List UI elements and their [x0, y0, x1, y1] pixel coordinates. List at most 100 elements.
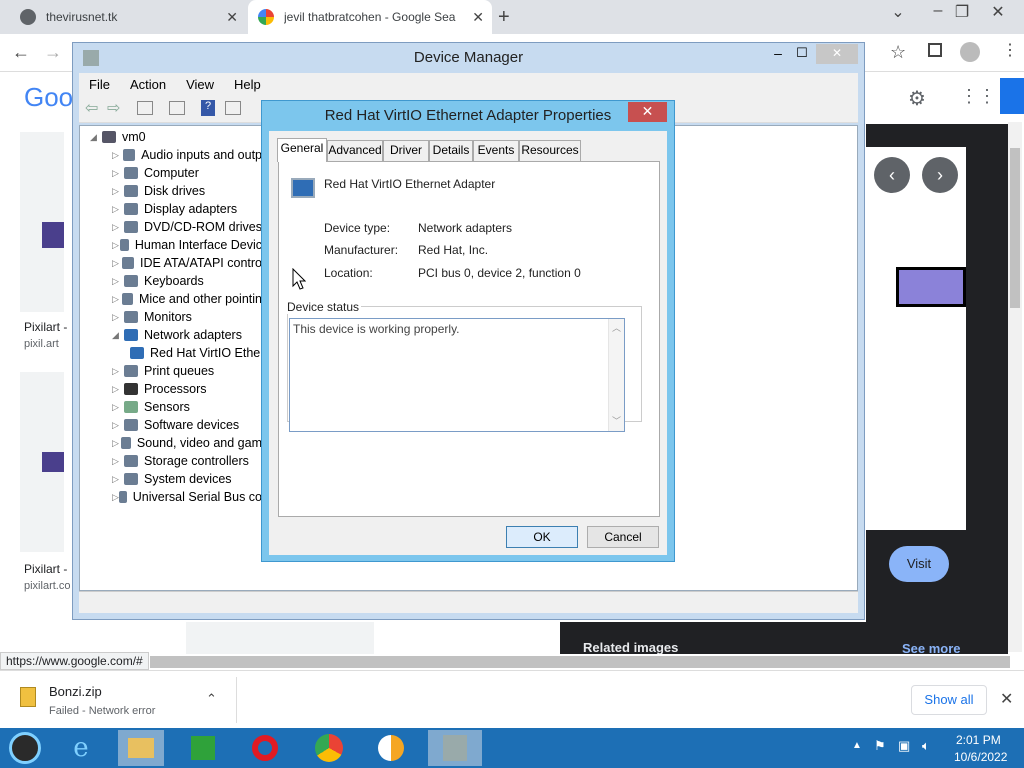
- list-icon[interactable]: [169, 101, 185, 115]
- chevron-down-icon[interactable]: ⌄: [876, 2, 920, 22]
- chrome-icon[interactable]: [306, 730, 352, 766]
- menu-dots-icon[interactable]: ⋮: [1002, 40, 1018, 60]
- back-icon[interactable]: ←: [12, 42, 30, 63]
- tree-node[interactable]: ▷ Disk drives: [112, 182, 262, 200]
- horizontal-scrollbar[interactable]: [150, 656, 1010, 668]
- maximize-icon[interactable]: ☐: [789, 45, 815, 61]
- see-more-link[interactable]: See more: [902, 641, 961, 654]
- tab-advanced[interactable]: Advanced: [327, 140, 383, 161]
- tree-node[interactable]: ▷ System devices: [112, 470, 262, 488]
- clock-date[interactable]: 10/6/2022: [954, 750, 1007, 764]
- result-title[interactable]: Pixilart -: [24, 320, 67, 334]
- tree-node[interactable]: ▷ DVD/CD-ROM drives: [112, 218, 262, 236]
- ok-button[interactable]: OK: [506, 526, 578, 548]
- help-icon[interactable]: ?: [201, 100, 215, 116]
- sign-in-button[interactable]: [1000, 78, 1024, 114]
- start-button[interactable]: [2, 730, 48, 766]
- properties-icon[interactable]: [137, 101, 153, 115]
- tree-node[interactable]: ▷ Sound, video and gam: [112, 434, 262, 452]
- tree-node[interactable]: ▷ Human Interface Devic: [112, 236, 262, 254]
- tab-details[interactable]: Details: [429, 140, 473, 161]
- tree-node-child[interactable]: Red Hat VirtIO Ethe: [130, 344, 263, 362]
- menu-view[interactable]: View: [176, 77, 224, 92]
- usb-icon: [118, 491, 127, 503]
- close-icon[interactable]: ✕: [816, 44, 858, 64]
- tree-node-expanded[interactable]: ◢ Network adapters: [112, 326, 262, 344]
- tree-node[interactable]: ▷ Universal Serial Bus co: [112, 488, 262, 506]
- textbox-scrollbar[interactable]: ︿ ﹀: [608, 319, 624, 431]
- forward-icon[interactable]: ⇨: [107, 98, 120, 118]
- printer-icon: [124, 365, 138, 377]
- result-thumbnail[interactable]: [20, 132, 64, 312]
- result-thumbnail[interactable]: [186, 622, 374, 654]
- tree-node[interactable]: ▷ Display adapters: [112, 200, 262, 218]
- download-file-name[interactable]: Bonzi.zip: [49, 684, 102, 699]
- tab-google-search[interactable]: jevil thatbratcohen - Google Sea ✕: [248, 0, 492, 34]
- tree-node[interactable]: ▷ Software devices: [112, 416, 262, 434]
- result-title[interactable]: Pixilart -: [24, 562, 67, 576]
- tree-root[interactable]: ◢ vm0: [90, 128, 240, 146]
- google-logo[interactable]: Goo: [24, 82, 73, 113]
- next-arrow-icon[interactable]: ›: [922, 157, 958, 193]
- profile-icon[interactable]: [960, 42, 980, 62]
- result-thumbnail[interactable]: [20, 372, 64, 552]
- menu-help[interactable]: Help: [224, 77, 271, 92]
- opera-icon[interactable]: [242, 730, 288, 766]
- chevron-up-icon[interactable]: ⌃: [206, 691, 217, 707]
- file-explorer-icon[interactable]: [118, 730, 164, 766]
- tree-node[interactable]: ▷ Monitors: [112, 308, 262, 326]
- dialog-body: General Advanced Driver Details Events R…: [269, 131, 667, 555]
- tab-thevirusnet[interactable]: thevirusnet.tk ✕: [10, 0, 246, 34]
- show-all-button[interactable]: Show all: [911, 685, 987, 715]
- close-icon[interactable]: ✕: [1000, 689, 1013, 709]
- store-icon[interactable]: [180, 730, 226, 766]
- visit-button[interactable]: Visit: [889, 546, 949, 582]
- gear-icon[interactable]: ⚙: [908, 86, 926, 111]
- close-tab-icon[interactable]: ✕: [226, 9, 238, 26]
- dvd-icon: [123, 221, 138, 233]
- tab-events[interactable]: Events: [473, 140, 519, 161]
- device-status-textbox[interactable]: This device is working properly. ︿ ﹀: [289, 318, 625, 432]
- tree-node[interactable]: ▷ Print queues: [112, 362, 262, 380]
- tray-chevron-up-icon[interactable]: ▲: [852, 740, 862, 751]
- view-icon[interactable]: [225, 101, 241, 115]
- menu-action[interactable]: Action: [120, 77, 176, 92]
- volume-icon[interactable]: 🔈︎: [922, 738, 930, 754]
- tab-general[interactable]: General: [277, 138, 327, 162]
- tree-node[interactable]: ▷ IDE ATA/ATAPI contro: [112, 254, 262, 272]
- page-scrollbar[interactable]: [1008, 122, 1022, 652]
- minimize-icon[interactable]: –: [765, 45, 791, 61]
- device-manager-taskbar-icon[interactable]: [428, 730, 482, 766]
- tree-node[interactable]: ▷ Computer: [112, 164, 262, 182]
- clock-time[interactable]: 2:01 PM: [956, 733, 1001, 747]
- plus-icon[interactable]: +: [498, 6, 510, 29]
- tab-driver[interactable]: Driver: [383, 140, 429, 161]
- flag-icon[interactable]: ⚑: [874, 738, 886, 754]
- result-source: pixil.art: [24, 338, 59, 350]
- sidebar-icon[interactable]: [928, 43, 942, 57]
- close-tab-icon[interactable]: ✕: [472, 9, 484, 26]
- status-bar: [79, 591, 858, 613]
- chrome-canary-icon[interactable]: [368, 730, 414, 766]
- close-icon[interactable]: ✕: [628, 102, 667, 122]
- apps-grid-icon[interactable]: ⋮⋮: [960, 86, 996, 107]
- tree-node[interactable]: ▷ Audio inputs and outp: [112, 146, 262, 164]
- network-icon[interactable]: ▣: [898, 738, 910, 754]
- prev-arrow-icon[interactable]: ‹: [874, 157, 910, 193]
- cancel-button[interactable]: Cancel: [587, 526, 659, 548]
- back-icon[interactable]: ⇦: [85, 98, 98, 118]
- tree-node[interactable]: ▷ Keyboards: [112, 272, 262, 290]
- preview-image[interactable]: [866, 147, 966, 530]
- ie-icon[interactable]: e: [58, 730, 104, 766]
- tree-node[interactable]: ▷ Sensors: [112, 398, 262, 416]
- menu-file[interactable]: File: [79, 77, 120, 92]
- tree-node[interactable]: ▷ Processors: [112, 380, 262, 398]
- tab-resources[interactable]: Resources: [519, 140, 581, 161]
- display-icon: [124, 203, 138, 215]
- star-icon[interactable]: ☆: [890, 42, 906, 63]
- tree-node[interactable]: ▷ Mice and other pointin: [112, 290, 262, 308]
- forward-icon[interactable]: →: [44, 42, 62, 63]
- general-tab-panel: Red Hat VirtIO Ethernet Adapter Device t…: [278, 161, 660, 517]
- close-icon[interactable]: ✕: [976, 2, 1020, 22]
- tree-node[interactable]: ▷ Storage controllers: [112, 452, 262, 470]
